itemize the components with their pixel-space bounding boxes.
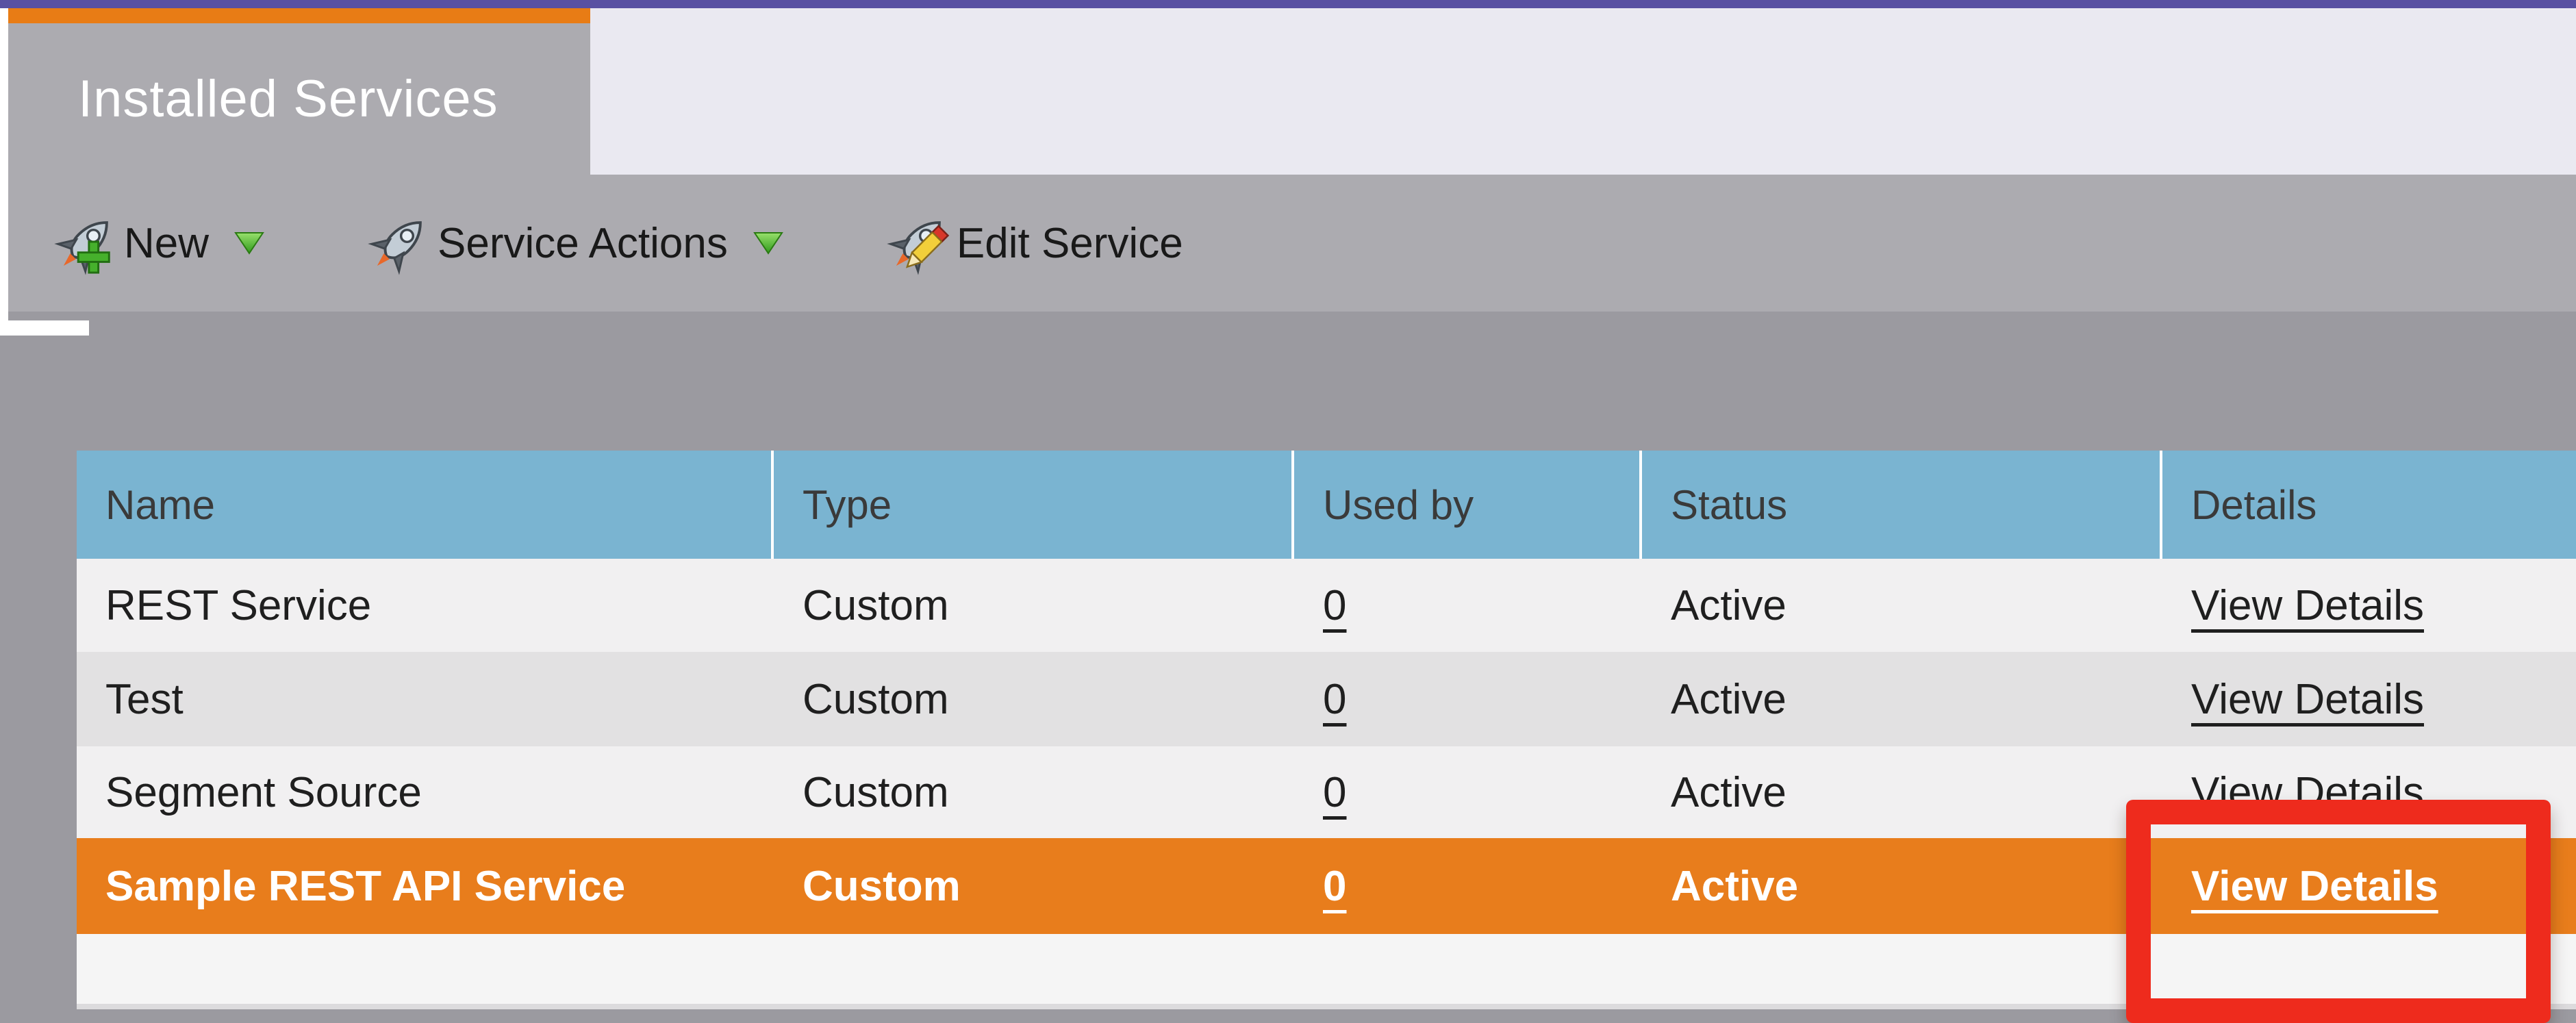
service-actions-button-label: Service Actions: [438, 219, 728, 267]
details-cell: View Details: [2162, 652, 2573, 746]
used-by-cell: 0: [1294, 652, 1642, 746]
tab-label: Installed Services: [78, 70, 498, 128]
used-by-cell: 0: [1294, 746, 1642, 838]
view-details-link[interactable]: View Details: [2191, 768, 2424, 817]
rocket-pencil-icon: [887, 221, 950, 275]
table-row-rest-service[interactable]: REST Service Custom 0 Active View Detail…: [77, 559, 2576, 652]
used-by-link[interactable]: 0: [1323, 862, 1346, 911]
table-row-segment-source[interactable]: Segment Source Custom 0 Active View Deta…: [77, 746, 2576, 838]
used-by-link[interactable]: 0: [1323, 768, 1346, 817]
dropdown-arrow-icon: [753, 229, 784, 257]
details-cell: View Details: [2162, 746, 2573, 838]
table-header-row: Name Type Used by Status Details: [77, 451, 2576, 559]
new-button-label: New: [124, 219, 210, 267]
table-row-sample-rest-api-service[interactable]: Sample REST API Service Custom 0 Active …: [77, 838, 2576, 934]
type-cell: Custom: [803, 862, 961, 910]
toolbar: New Service Actions Edit Service: [0, 175, 2576, 312]
view-details-link[interactable]: View Details: [2191, 862, 2438, 911]
used-by-cell: 0: [1294, 559, 1642, 652]
status-cell: Active: [1671, 675, 1786, 723]
used-by-link[interactable]: 0: [1323, 675, 1346, 724]
page-left-edge-notch: [0, 320, 89, 336]
name-cell: REST Service: [105, 581, 372, 629]
top-accent-bar: [0, 0, 2576, 8]
installed-services-table: Name Type Used by Status Details REST Se…: [77, 451, 2576, 1009]
name-cell: Sample REST API Service: [105, 862, 626, 910]
page-left-edge: [0, 8, 8, 320]
details-cell: View Details: [2162, 838, 2573, 934]
type-cell: Custom: [803, 675, 949, 723]
table-bottom-border: [77, 1004, 2576, 1009]
column-header-name[interactable]: Name: [77, 451, 774, 559]
column-header-details[interactable]: Details: [2162, 451, 2573, 559]
tab-installed-services[interactable]: Installed Services: [8, 8, 590, 175]
rocket-plus-icon: [54, 221, 110, 275]
table-empty-area: [77, 934, 2576, 1004]
tab-accent-bar: [8, 8, 590, 23]
column-header-status[interactable]: Status: [1642, 451, 2162, 559]
table-row-test[interactable]: Test Custom 0 Active View Details: [77, 652, 2576, 746]
status-cell: Active: [1671, 581, 1786, 629]
status-cell: Active: [1671, 862, 1799, 910]
view-details-link[interactable]: View Details: [2191, 675, 2424, 724]
service-actions-button[interactable]: Service Actions: [365, 210, 784, 277]
dropdown-arrow-icon: [233, 229, 265, 257]
edit-service-button-label: Edit Service: [956, 219, 1183, 267]
rocket-icon: [368, 221, 422, 275]
type-cell: Custom: [803, 581, 949, 629]
column-header-used-by[interactable]: Used by: [1294, 451, 1642, 559]
view-details-link[interactable]: View Details: [2191, 581, 2424, 630]
column-header-type[interactable]: Type: [774, 451, 1294, 559]
new-button[interactable]: New: [51, 210, 265, 277]
details-cell: View Details: [2162, 559, 2573, 652]
type-cell: Custom: [803, 768, 949, 816]
name-cell: Test: [105, 675, 184, 723]
screen: Installed Services New Service Actions E…: [0, 0, 2576, 1023]
used-by-link[interactable]: 0: [1323, 581, 1346, 630]
name-cell: Segment Source: [105, 768, 422, 816]
status-cell: Active: [1671, 768, 1786, 816]
used-by-cell: 0: [1294, 838, 1642, 934]
edit-service-button[interactable]: Edit Service: [884, 210, 1183, 277]
